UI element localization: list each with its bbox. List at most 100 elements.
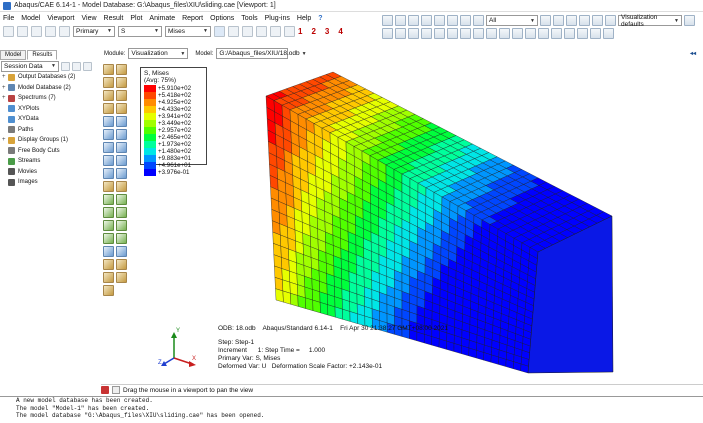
remove-icon[interactable]: [538, 28, 549, 39]
menu-tools[interactable]: Tools: [241, 15, 257, 22]
allow-multiple-plots-icon[interactable]: [103, 103, 114, 114]
grid-icon[interactable]: [564, 28, 575, 39]
perspective-icon[interactable]: [486, 28, 497, 39]
new-file-icon[interactable]: [3, 25, 14, 37]
menu-help[interactable]: Help: [297, 15, 311, 22]
probe-values-icon[interactable]: [116, 246, 127, 257]
render-icon[interactable]: [553, 15, 564, 26]
menu-model[interactable]: Model: [21, 15, 40, 22]
eye-icon[interactable]: [577, 28, 588, 39]
tree-item-spectrums[interactable]: + Spectrums (7): [2, 93, 100, 104]
menu-file[interactable]: File: [3, 15, 14, 22]
contour-options-icon[interactable]: [116, 194, 127, 205]
iso-view-icon[interactable]: [460, 15, 471, 26]
module-select[interactable]: Visualization ▼: [128, 48, 189, 59]
tree-item-movies[interactable]: Movies: [8, 167, 100, 178]
bottom-icon[interactable]: [473, 28, 484, 39]
step-play-icon[interactable]: [256, 25, 267, 37]
palette-icon[interactable]: [603, 28, 614, 39]
tree-item-streams[interactable]: Streams: [8, 156, 100, 167]
view-cut-manager-icon[interactable]: [116, 181, 127, 192]
tree-expand-icon[interactable]: [72, 61, 81, 71]
tree-item-images[interactable]: Images: [8, 177, 100, 188]
tree-item-display-groups[interactable]: + Display Groups (1): [2, 135, 100, 146]
tool-icon[interactable]: [551, 28, 562, 39]
component-select[interactable]: Mises ▼: [165, 25, 211, 37]
plot-undeformed-icon[interactable]: [103, 64, 114, 75]
step-next-icon[interactable]: [270, 25, 281, 37]
replace-icon[interactable]: [525, 28, 536, 39]
magnify-icon[interactable]: [408, 15, 419, 26]
query-icon[interactable]: [684, 15, 695, 26]
plot-symbols-icon[interactable]: [103, 90, 114, 101]
sync-icon[interactable]: [214, 25, 225, 37]
ply-stack-icon[interactable]: [116, 207, 127, 218]
tree-item-model-database[interactable]: + Model Database (2): [2, 83, 100, 94]
axis-icon[interactable]: [499, 28, 510, 39]
hidden-icon[interactable]: [592, 15, 603, 26]
toolbar-collapse-icon[interactable]: ◂◂: [690, 50, 696, 57]
rotate-icon[interactable]: [395, 15, 406, 26]
superimpose-options-icon[interactable]: [116, 103, 127, 114]
shaded-icon[interactable]: [579, 15, 590, 26]
plot-contours-deformed-icon[interactable]: [116, 77, 127, 88]
visualization-settings-icon[interactable]: [605, 15, 616, 26]
front-icon[interactable]: [408, 28, 419, 39]
quick-view-3[interactable]: 3: [325, 27, 329, 36]
tree-filter-icon[interactable]: [61, 61, 70, 71]
viewport-annotation-icon[interactable]: [103, 272, 114, 283]
select-icon[interactable]: [540, 15, 551, 26]
auto-fit-icon[interactable]: [434, 15, 445, 26]
tree-options-icon[interactable]: [83, 61, 92, 71]
menu-view[interactable]: View: [81, 15, 96, 22]
field-output-options-icon[interactable]: [103, 220, 114, 231]
cycle-views-icon[interactable]: [447, 15, 458, 26]
view-cut-icon[interactable]: [103, 181, 114, 192]
probe-icon[interactable]: [395, 28, 406, 39]
model-select[interactable]: G:/Abaqus_files/XIU/18.odb ▼: [216, 48, 307, 59]
tab-results[interactable]: Results: [27, 50, 58, 60]
pan-icon[interactable]: [382, 15, 393, 26]
tree-item-output-databases[interactable]: + Output Databases (2): [2, 72, 100, 83]
front-view-icon[interactable]: [473, 15, 484, 26]
animate-time-icon[interactable]: [116, 116, 127, 127]
xy-plot-icon[interactable]: [116, 142, 127, 153]
right-icon[interactable]: [447, 28, 458, 39]
create-stream-icon[interactable]: [103, 155, 114, 166]
tree-item-xydata[interactable]: XYData: [8, 114, 100, 125]
display-group-icon[interactable]: [512, 28, 523, 39]
cancel-procedure-icon[interactable]: [112, 386, 120, 394]
variable-select[interactable]: S ▼: [118, 25, 162, 37]
visualization-defaults-select[interactable]: Visualization defaults ▼: [618, 14, 682, 28]
xy-data-icon[interactable]: [103, 142, 114, 153]
set-color-icon[interactable]: [116, 272, 127, 283]
animation-options-icon[interactable]: [116, 129, 127, 140]
stream-manager-icon[interactable]: [116, 155, 127, 166]
display-group-manager-icon[interactable]: [116, 233, 127, 244]
plot-deformed-icon[interactable]: [116, 64, 127, 75]
help-icon[interactable]: ?: [318, 15, 322, 22]
measure-icon[interactable]: [382, 28, 393, 39]
open-file-icon[interactable]: [17, 25, 28, 37]
menu-viewport[interactable]: Viewport: [47, 15, 74, 22]
fit-view-icon[interactable]: [103, 259, 114, 270]
common-options-icon[interactable]: [103, 194, 114, 205]
create-display-group-icon[interactable]: [103, 233, 114, 244]
menu-animate[interactable]: Animate: [149, 15, 175, 22]
color-code-icon[interactable]: [103, 285, 114, 296]
plot-contours-undeformed-icon[interactable]: [103, 77, 114, 88]
query-info-icon[interactable]: [103, 246, 114, 257]
quick-view-1[interactable]: 1: [298, 27, 302, 36]
top-icon[interactable]: [460, 28, 471, 39]
tree-item-xyplots[interactable]: XYPlots: [8, 104, 100, 115]
wireframe-icon[interactable]: [566, 15, 577, 26]
menu-options[interactable]: Options: [210, 15, 234, 22]
step-first-icon[interactable]: [228, 25, 239, 37]
step-prev-icon[interactable]: [242, 25, 253, 37]
tree-item-paths[interactable]: Paths: [8, 125, 100, 136]
primary-select[interactable]: Primary ▼: [73, 25, 115, 37]
menu-plugins[interactable]: Plug-ins: [265, 15, 290, 22]
menu-result[interactable]: Result: [104, 15, 124, 22]
quick-view-2[interactable]: 2: [311, 27, 315, 36]
menu-plot[interactable]: Plot: [130, 15, 142, 22]
